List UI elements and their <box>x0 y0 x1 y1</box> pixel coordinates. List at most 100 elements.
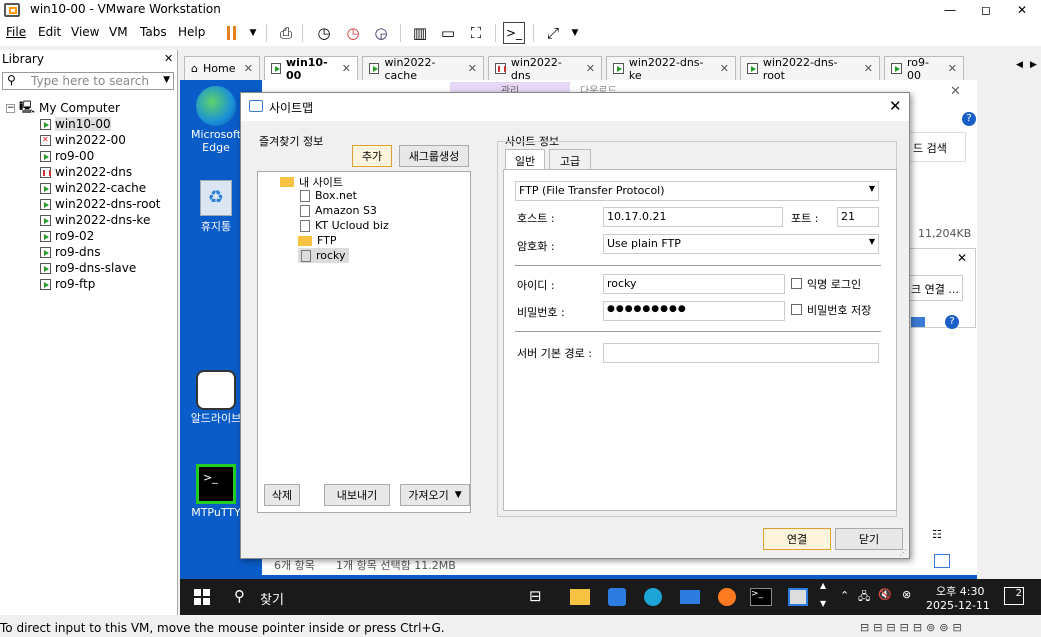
help-icon[interactable]: ? <box>945 315 959 329</box>
tab-ro9-00[interactable]: ro9-00 ✕ <box>884 56 964 82</box>
host-input[interactable]: 10.17.0.21 <box>603 207 783 227</box>
tab-win2022-cache[interactable]: win2022-cache ✕ <box>362 56 484 82</box>
store-icon[interactable] <box>608 588 626 606</box>
import-button[interactable]: 가져오기 ▼ <box>400 484 470 506</box>
details-view-icon[interactable]: ☷ <box>932 528 942 541</box>
volume-muted-icon[interactable]: 🔇 <box>878 588 892 601</box>
close-icon[interactable]: ✕ <box>342 62 351 75</box>
library-item[interactable]: win10-00 <box>40 116 161 132</box>
close-button[interactable]: ✕ <box>1004 0 1040 20</box>
library-item[interactable]: win2022-dns-ke <box>40 212 161 228</box>
clock-date[interactable]: 2025-12-11 <box>926 599 990 612</box>
add-button[interactable]: 추가 <box>352 145 392 167</box>
menu-file[interactable]: File <box>6 25 26 39</box>
desktop-icon-edge[interactable]: Microsoft Edge <box>186 86 246 154</box>
tree-root-my-computer[interactable]: − 🖳 My Computer <box>6 100 161 116</box>
close-icon[interactable]: ✕ <box>244 62 253 75</box>
tab-general[interactable]: 일반 <box>505 149 545 169</box>
menu-edit[interactable]: Edit <box>38 25 61 39</box>
firefox-icon[interactable] <box>718 588 736 606</box>
library-item[interactable]: ro9-ftp <box>40 276 161 292</box>
close-icon[interactable]: ✕ <box>864 62 873 75</box>
list-view-icon[interactable] <box>934 554 950 568</box>
view-icon[interactable] <box>911 317 925 327</box>
tab-advanced[interactable]: 고급 <box>549 149 591 169</box>
close-icon[interactable]: ✕ <box>950 84 961 99</box>
connect-button[interactable]: 크 연결 ... <box>907 275 963 301</box>
collapse-icon[interactable]: − <box>6 103 15 113</box>
resize-grip-icon[interactable]: ⋰ <box>899 548 907 557</box>
console-icon[interactable]: >_ <box>503 22 525 44</box>
thumbnail-bar-icon[interactable]: ▭ <box>437 22 459 44</box>
password-input[interactable]: ●●●●●●●●● <box>603 301 785 321</box>
scroll-right-icon[interactable]: ▶ <box>1030 60 1037 70</box>
error-icon[interactable]: ⊗ <box>902 588 911 601</box>
scroll-left-icon[interactable]: ◀ <box>1016 60 1023 70</box>
protocol-select[interactable]: FTP (File Transfer Protocol) ▼ <box>515 181 879 201</box>
close-icon[interactable]: ✕ <box>164 52 173 65</box>
library-item[interactable]: win2022-cache <box>40 180 161 196</box>
library-item[interactable]: ro9-00 <box>40 148 161 164</box>
anonymous-login-checkbox[interactable] <box>791 278 802 289</box>
tree-item-rocky[interactable]: rocky <box>298 248 349 263</box>
library-item[interactable]: ro9-02 <box>40 228 161 244</box>
send-ctrl-alt-del-icon[interactable]: ⎙ <box>275 22 297 44</box>
tab-win2022-dns-root[interactable]: win2022-dns-root ✕ <box>740 56 880 82</box>
chevron-down-icon[interactable]: ▼ <box>564 22 586 44</box>
tree-item-box[interactable]: Box.net <box>300 189 357 202</box>
snapshot-manager-icon[interactable]: ◶ <box>370 22 392 44</box>
menu-tabs[interactable]: Tabs <box>140 25 167 39</box>
mail-icon[interactable] <box>680 590 700 604</box>
tab-home[interactable]: ⌂ Home ✕ <box>184 56 260 80</box>
stretch-icon[interactable]: ⤢ <box>542 22 564 44</box>
desktop-icon-mtputty[interactable]: >_ MTPuTTY <box>186 464 246 519</box>
network-icon[interactable]: 🖧 <box>858 588 870 607</box>
desktop-icon-aldrive[interactable]: 알드라이브 <box>186 370 246 425</box>
chevron-down-icon[interactable]: ▼ <box>163 75 170 85</box>
fullscreen-icon[interactable]: ⛶ <box>465 22 487 44</box>
close-icon[interactable]: ✕ <box>720 62 729 75</box>
revert-snapshot-icon[interactable]: ◷ <box>342 22 364 44</box>
snapshot-icon[interactable]: ◷ <box>313 22 335 44</box>
help-icon[interactable]: ? <box>962 112 976 126</box>
menu-vm[interactable]: VM <box>109 25 128 39</box>
desktop-icon-recycle-bin[interactable]: ♻ 휴지통 <box>186 180 246 233</box>
tree-root-my-sites[interactable]: 내 사이트 <box>280 174 343 190</box>
new-group-button[interactable]: 새그룹생성 <box>399 145 469 167</box>
terminal-icon[interactable]: >_ <box>750 588 772 606</box>
connect-button[interactable]: 연결 <box>763 528 831 550</box>
library-item[interactable]: win2022-dns <box>40 164 161 180</box>
library-item[interactable]: win2022-dns-root <box>40 196 161 212</box>
minimize-button[interactable]: — <box>932 0 968 20</box>
id-input[interactable]: rocky <box>603 274 785 294</box>
close-icon[interactable]: ✕ <box>948 62 957 75</box>
chevron-down-icon[interactable]: ▼ <box>242 22 264 44</box>
menu-help[interactable]: Help <box>178 25 205 39</box>
remote-desktop-icon[interactable] <box>788 588 808 606</box>
tab-win2022-dns[interactable]: win2022-dns ✕ <box>488 56 602 82</box>
library-item[interactable]: ro9-dns <box>40 244 161 260</box>
delete-button[interactable]: 삭제 <box>264 484 300 506</box>
library-item[interactable]: win2022-00 <box>40 132 161 148</box>
server-path-input[interactable] <box>603 343 879 363</box>
save-password-checkbox[interactable] <box>791 304 802 315</box>
file-explorer-icon[interactable] <box>570 589 590 605</box>
edge-icon[interactable] <box>644 588 662 606</box>
task-view-icon[interactable]: ⊟ <box>529 587 542 605</box>
chevron-up-icon[interactable]: ⌃ <box>840 589 849 602</box>
tree-item-s3[interactable]: Amazon S3 <box>300 204 377 217</box>
tab-win10-00[interactable]: win10-00 ✕ <box>264 56 358 82</box>
explorer-search-button[interactable]: 드 검색 <box>908 132 966 162</box>
library-toggle-icon[interactable]: ▥ <box>409 22 431 44</box>
notification-icon[interactable]: 2 <box>1004 587 1024 605</box>
close-dialog-button[interactable]: 닫기 <box>835 528 903 550</box>
library-search-input[interactable]: ⚲ Type here to search ▼ <box>2 72 174 90</box>
windows-start-icon[interactable] <box>194 589 210 605</box>
export-button[interactable]: 내보내기 <box>324 484 390 506</box>
maximize-button[interactable]: ◻ <box>968 0 1004 20</box>
tree-item-ftp[interactable]: FTP <box>298 234 337 247</box>
pause-icon[interactable] <box>220 22 242 44</box>
port-input[interactable]: 21 <box>837 207 879 227</box>
tab-win2022-dns-ke[interactable]: win2022-dns-ke ✕ <box>606 56 736 82</box>
close-icon[interactable]: ✕ <box>889 97 902 115</box>
